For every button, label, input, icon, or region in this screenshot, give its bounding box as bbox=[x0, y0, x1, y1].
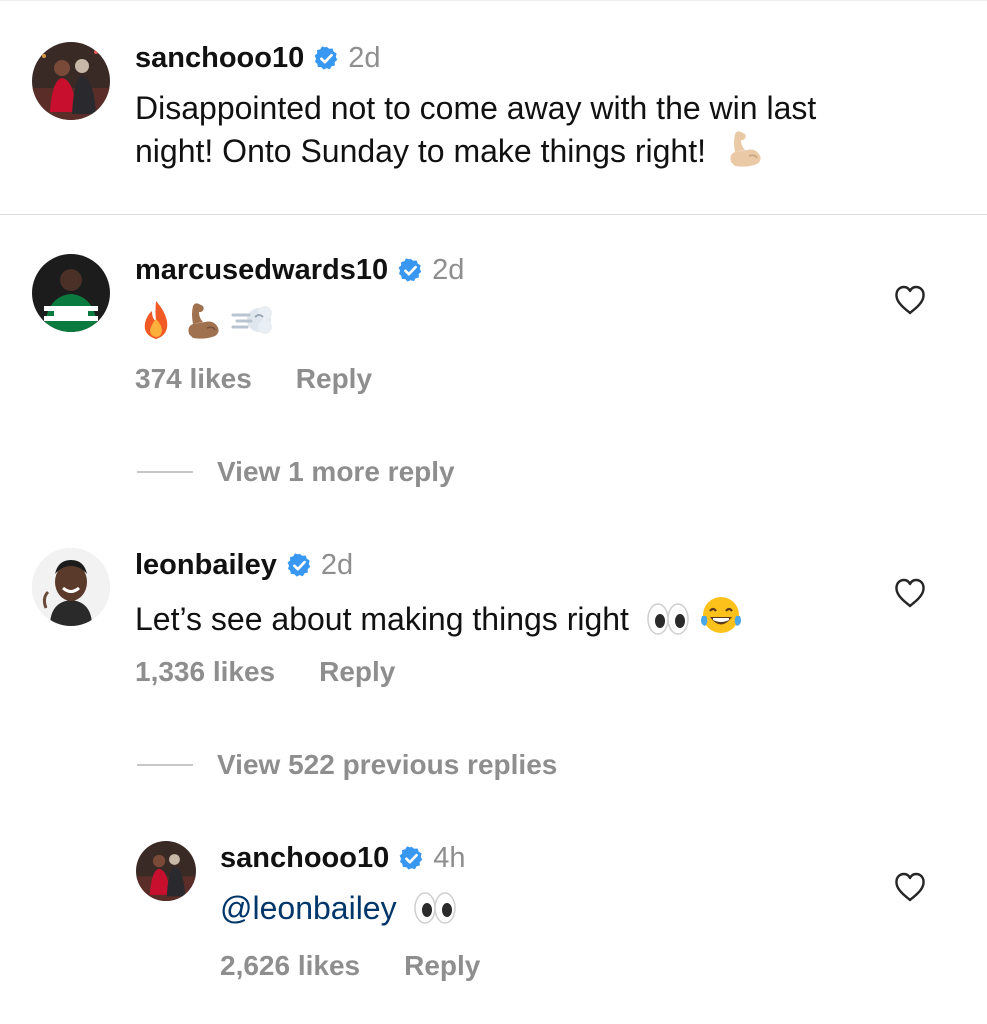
thread-line bbox=[137, 471, 193, 473]
comment-1-username[interactable]: marcusedwards10 bbox=[135, 253, 388, 287]
comment-2-username[interactable]: leonbailey bbox=[135, 548, 277, 582]
reply-text: @leonbailey bbox=[220, 888, 457, 928]
eyes-icon bbox=[413, 891, 457, 925]
verified-badge-icon bbox=[398, 845, 425, 872]
avatar-leonbailey[interactable] bbox=[32, 548, 110, 626]
reply-time: 4h bbox=[433, 842, 466, 874]
comment-2-reply-button[interactable]: Reply bbox=[319, 655, 395, 689]
fire-icon bbox=[135, 299, 177, 341]
thread-line bbox=[137, 764, 193, 766]
view-more-replies-1[interactable]: View 1 more reply bbox=[137, 455, 455, 489]
caption-username[interactable]: sanchooo10 bbox=[135, 41, 304, 75]
comment-2-text-body: Let’s see about making things right bbox=[135, 601, 629, 637]
avatar-sanchooo10-reply[interactable] bbox=[136, 841, 196, 901]
reply-username[interactable]: sanchooo10 bbox=[220, 841, 389, 875]
verified-badge-icon bbox=[397, 257, 424, 284]
caption-line-1: Disappointed not to come away with the w… bbox=[135, 90, 817, 126]
view-replies-label[interactable]: View 1 more reply bbox=[217, 455, 455, 489]
like-heart-icon[interactable] bbox=[894, 285, 926, 315]
flexed-biceps-icon bbox=[725, 128, 767, 168]
verified-badge-icon bbox=[286, 552, 313, 579]
caption-line-2: night! Onto Sunday to make things right! bbox=[135, 133, 706, 169]
flexed-biceps-icon bbox=[183, 299, 225, 341]
comment-1-reply-button[interactable]: Reply bbox=[296, 362, 372, 396]
mention-link[interactable]: @leonbailey bbox=[220, 890, 397, 926]
comment-1-likes[interactable]: 374 likes bbox=[135, 362, 252, 396]
avatar-sanchooo10[interactable] bbox=[32, 42, 110, 120]
comment-2-time: 2d bbox=[320, 549, 354, 581]
dash-symbol-icon bbox=[231, 299, 275, 341]
caption-time: 2d bbox=[348, 42, 381, 74]
verified-badge-icon bbox=[313, 45, 340, 72]
reply-likes[interactable]: 2,626 likes bbox=[220, 949, 360, 983]
avatar-marcusedwards10[interactable] bbox=[32, 254, 110, 332]
eyes-icon bbox=[646, 602, 690, 636]
comment-2-text: Let’s see about making things right bbox=[135, 594, 743, 639]
like-heart-icon[interactable] bbox=[894, 872, 926, 902]
comment-1-text bbox=[135, 299, 275, 341]
comment-1-time: 2d bbox=[432, 254, 465, 286]
caption-text: Disappointed not to come away with the w… bbox=[135, 88, 816, 171]
face-with-tears-of-joy-icon bbox=[699, 594, 743, 636]
like-heart-icon[interactable] bbox=[894, 578, 926, 608]
reply-reply-button[interactable]: Reply bbox=[404, 949, 480, 983]
view-replies-label[interactable]: View 522 previous replies bbox=[217, 748, 557, 782]
comment-2-likes[interactable]: 1,336 likes bbox=[135, 655, 275, 689]
top-divider bbox=[0, 0, 987, 1]
caption-divider bbox=[0, 214, 987, 215]
view-previous-replies[interactable]: View 522 previous replies bbox=[137, 748, 557, 782]
